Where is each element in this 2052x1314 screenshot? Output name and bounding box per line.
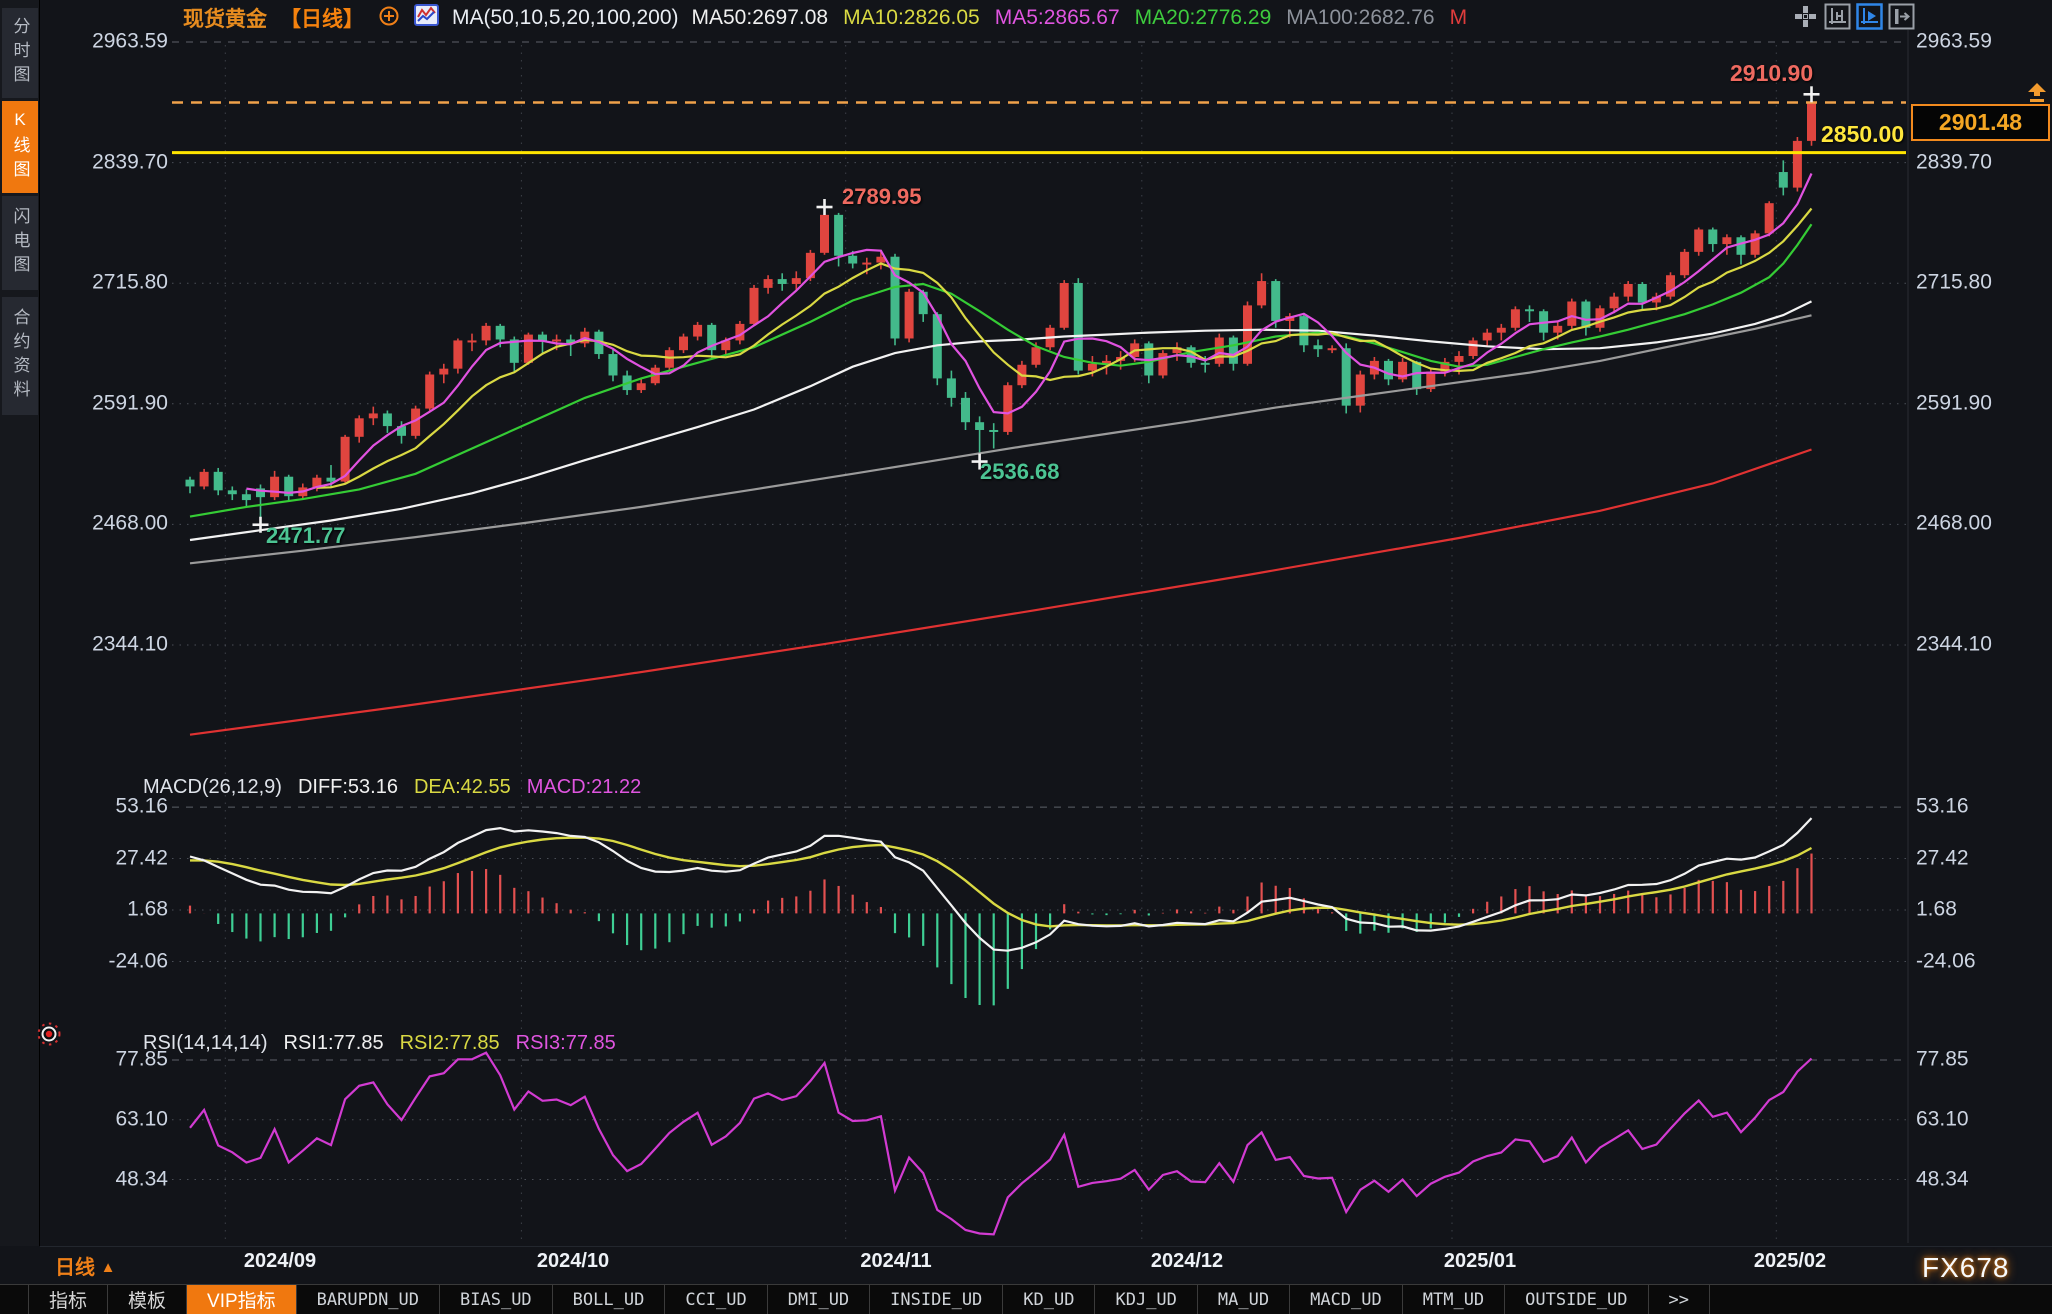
ma-value: MA100:2682.76: [1286, 6, 1434, 30]
y-axis-label: 53.16: [1916, 795, 1969, 819]
study-value: RSI1:77.85: [284, 1032, 384, 1055]
watermark: FX678: [1922, 1252, 2010, 1284]
y-axis-label: 2715.80: [1916, 271, 1992, 295]
ma-value: M: [1450, 6, 1468, 30]
axis-autoscale-icon[interactable]: [1856, 3, 1883, 30]
mini-chart-icon[interactable]: [414, 4, 439, 32]
trading-app: { "sidebar": { "items": [ {"label":"分时图"…: [0, 0, 2052, 1314]
indicator-tab[interactable]: 模板: [108, 1285, 187, 1314]
y-axis-label: 2839.70: [1916, 150, 1992, 174]
y-axis-label: 2591.90: [62, 391, 168, 415]
y-axis-label: 63.10: [62, 1107, 168, 1131]
indicator-tab[interactable]: CCI_UD: [665, 1285, 767, 1314]
y-axis-label: 63.10: [1916, 1107, 1969, 1131]
period-selector[interactable]: 日线 ▲: [55, 1251, 115, 1280]
indicator-tab[interactable]: 指标: [28, 1285, 108, 1314]
y-axis-label: 77.85: [1916, 1048, 1969, 1072]
study-value: DIFF:53.16: [298, 776, 398, 799]
y-axis-label: 48.34: [62, 1167, 168, 1191]
y-axis-label: 27.42: [1916, 846, 1969, 870]
study-value: DEA:42.55: [414, 776, 511, 799]
y-axis-label: 1.68: [62, 898, 168, 922]
y-axis-label: 27.42: [62, 846, 168, 870]
indicator-tab[interactable]: OUTSIDE_UD: [1505, 1285, 1648, 1314]
x-axis-label: 2024/12: [1151, 1250, 1223, 1273]
study-value: RSI2:77.85: [400, 1032, 500, 1055]
chart-toolbar: [1792, 3, 1915, 30]
axis-separator: [40, 1246, 2052, 1247]
sidebar-item-0[interactable]: 分时图: [2, 8, 38, 98]
y-axis-label: 2468.00: [62, 512, 168, 536]
indicator-tab[interactable]: DMI_UD: [768, 1285, 870, 1314]
tabs-overflow-button[interactable]: >>: [1649, 1285, 1710, 1314]
study-value: RSI3:77.85: [516, 1032, 616, 1055]
x-axis-label: 2025/01: [1444, 1250, 1516, 1273]
indicator-tab[interactable]: MA_UD: [1198, 1285, 1290, 1314]
chart-type-sidebar: 分时图K线图闪电图合约资料: [0, 0, 40, 1246]
period-tag[interactable]: 【日线】: [280, 3, 364, 33]
price-annotation: 2789.95: [842, 184, 922, 210]
x-axis-label: 2024/11: [860, 1250, 931, 1273]
ma-value: MA10:2826.05: [843, 6, 980, 30]
y-axis-label: 2344.10: [62, 633, 168, 657]
y-axis-label: -24.06: [62, 949, 168, 973]
y-axis-label: 2344.10: [1916, 633, 1992, 657]
macd-header: MACD(26,12,9) DIFF:53.16 DEA:42.55 MACD:21…: [143, 776, 641, 799]
indicator-tab[interactable]: BARUPDN_UD: [297, 1285, 440, 1314]
indicator-tab[interactable]: VIP指标: [187, 1285, 297, 1314]
alert-bell-icon[interactable]: [34, 1019, 64, 1054]
indicator-tab[interactable]: BIAS_UD: [440, 1285, 553, 1314]
last-price-value: 2901.48: [1939, 109, 2022, 136]
triangle-up-icon: ▲: [101, 1259, 116, 1276]
rsi-header: RSI(14,14,14) RSI1:77.85 RSI2:77.85 RSI3:7…: [143, 1032, 616, 1055]
indicator-tab[interactable]: KD_UD: [1003, 1285, 1095, 1314]
indicator-tab[interactable]: KDJ_UD: [1095, 1285, 1197, 1314]
ma-values: MA50:2697.08 MA10:2826.05 MA5:2865.67 MA20:…: [692, 6, 1468, 30]
y-axis-label: 48.34: [1916, 1167, 1969, 1191]
ma-value: MA20:2776.29: [1135, 6, 1272, 30]
sidebar-item-2[interactable]: 闪电图: [2, 196, 38, 290]
rsi-title: RSI(14,14,14): [143, 1032, 268, 1055]
target-add-icon[interactable]: [377, 3, 401, 33]
y-axis-label: 2963.59: [62, 30, 168, 54]
study-value: MACD:21.22: [527, 776, 642, 799]
period-label: 日线: [55, 1257, 95, 1279]
chart-canvas[interactable]: [0, 0, 2052, 1314]
indicator-tab[interactable]: BOLL_UD: [553, 1285, 666, 1314]
y-axis-label: -24.06: [1916, 949, 1976, 973]
x-axis-label: 2024/09: [244, 1250, 316, 1273]
macd-title: MACD(26,12,9): [143, 776, 282, 799]
price-annotation: 2471.77: [266, 523, 346, 549]
y-axis-label: 1.68: [1916, 898, 1957, 922]
y-axis-label: 2715.80: [62, 271, 168, 295]
x-axis-label: 2024/10: [537, 1250, 609, 1273]
y-axis-label: 2591.90: [1916, 391, 1992, 415]
indicator-tab[interactable]: INSIDE_UD: [870, 1285, 1003, 1314]
y-axis-label: 2839.70: [62, 150, 168, 174]
price-annotation: 2536.68: [980, 459, 1060, 485]
chart-header: 现货黄金 【日线】 MA(50,10,5,20,100,200) MA50:26…: [183, 4, 1467, 32]
indicator-tab[interactable]: MTM_UD: [1403, 1285, 1505, 1314]
last-price-box: 2901.48: [1911, 104, 2050, 141]
symbol-name: 现货黄金: [183, 3, 267, 33]
axis-scale-icon[interactable]: [1824, 3, 1851, 30]
ma-value: MA50:2697.08: [692, 6, 829, 30]
price-annotation: 2850.00: [1821, 121, 1904, 148]
x-axis-label: 2025/02: [1754, 1250, 1826, 1273]
sidebar-item-1[interactable]: K线图: [2, 101, 38, 193]
price-up-arrow-icon: [2026, 83, 2048, 108]
ma-settings-label: MA(50,10,5,20,100,200): [452, 6, 679, 30]
crosshair-move-icon[interactable]: [1792, 3, 1819, 30]
ma-value: MA5:2865.67: [995, 6, 1120, 30]
indicator-tab[interactable]: MACD_UD: [1290, 1285, 1403, 1314]
y-axis-label: 2963.59: [1916, 30, 1992, 54]
sidebar-item-3[interactable]: 合约资料: [2, 297, 38, 415]
axis-shift-icon[interactable]: [1888, 3, 1915, 30]
price-annotation: 2910.90: [1730, 60, 1813, 87]
indicator-tabbar: 指标模板VIP指标BARUPDN_UDBIAS_UDBOLL_UDCCI_UDD…: [0, 1284, 2052, 1314]
y-axis-label: 2468.00: [1916, 512, 1992, 536]
